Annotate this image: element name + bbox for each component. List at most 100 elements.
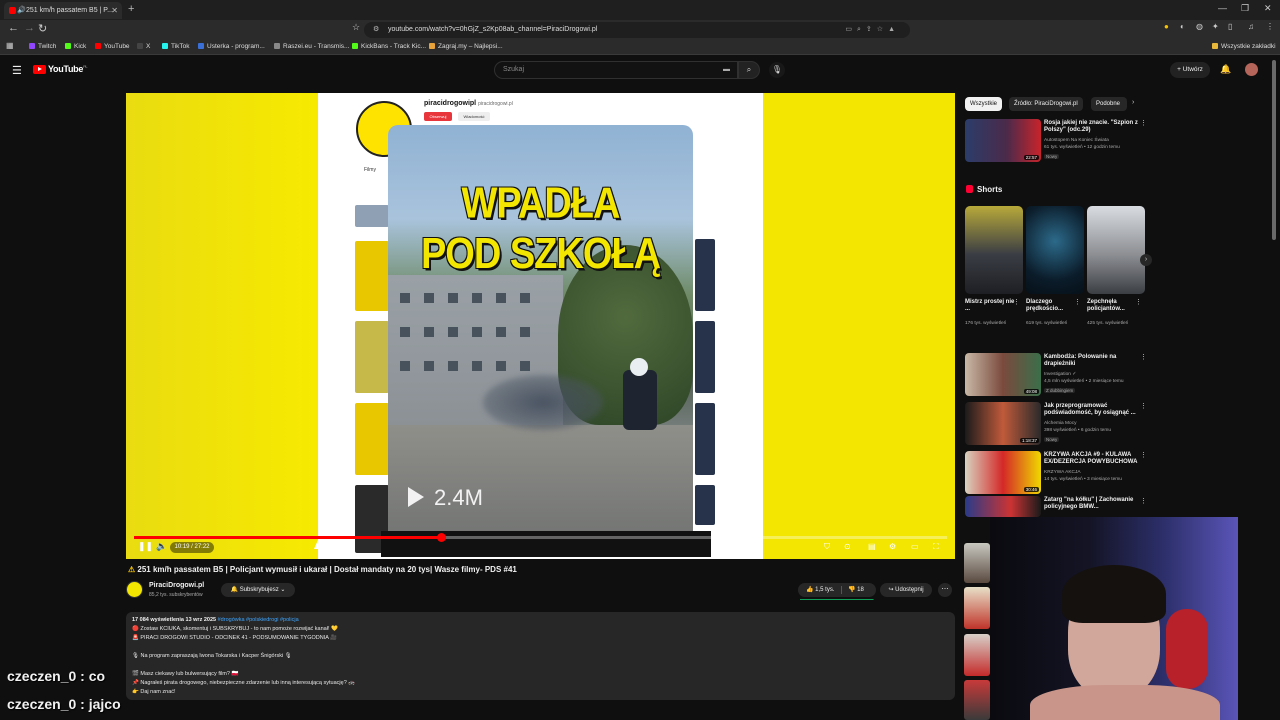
sponsor-block-icon[interactable]: ⛉ bbox=[824, 542, 830, 552]
site-info-icon[interactable]: ⚙ bbox=[373, 22, 379, 38]
short-thumbnail[interactable] bbox=[1026, 206, 1084, 294]
hashtags[interactable]: #drogówka #polskiedrogi #policja bbox=[218, 617, 299, 623]
chip-all[interactable]: Wszystkie bbox=[965, 97, 1002, 111]
audio-playing-icon[interactable]: 🔊 bbox=[17, 2, 26, 19]
short-title[interactable]: Dlaczego prędkościo... bbox=[1026, 299, 1076, 313]
create-button[interactable]: + Utwórz bbox=[1170, 62, 1210, 78]
more-options-icon[interactable]: ⋮ bbox=[1135, 298, 1142, 306]
shorts-next-icon[interactable]: › bbox=[1140, 254, 1152, 266]
chip-source[interactable]: Źródło: PiraciDrogowi.pl bbox=[1009, 97, 1083, 111]
sidebar-video-title[interactable]: KRZYWA AKCJA #9 - KULAWA EX/DEZERCJA POW… bbox=[1044, 452, 1138, 466]
channel-name[interactable]: PiraciDrogowi.pl bbox=[149, 582, 204, 589]
minimize-button[interactable]: — bbox=[1218, 3, 1227, 13]
sidebar-thumbnail[interactable]: 22:57 bbox=[965, 119, 1041, 162]
settings-gear-icon[interactable]: ⚙ bbox=[889, 542, 896, 551]
youtube-logo-icon[interactable] bbox=[33, 65, 46, 74]
user-avatar[interactable] bbox=[1245, 63, 1258, 76]
forward-button[interactable]: → bbox=[24, 22, 35, 34]
share-button[interactable]: ↪ Udostępnij bbox=[880, 583, 932, 597]
bookmark-kick[interactable]: Kick bbox=[65, 43, 86, 50]
sidepanel-icon[interactable]: ▯ bbox=[1228, 22, 1232, 31]
back-button[interactable]: ← bbox=[8, 22, 19, 34]
short-thumbnail[interactable] bbox=[965, 206, 1023, 294]
extension-icon[interactable]: ◐ bbox=[1180, 22, 1185, 31]
short-title[interactable]: Zepchnęła policjantów... bbox=[1087, 299, 1137, 313]
video-progress-bar[interactable] bbox=[134, 533, 947, 542]
sidebar-thumbnail[interactable]: 30:46 bbox=[965, 451, 1041, 494]
sidebar-thumbnail[interactable] bbox=[965, 496, 1041, 517]
menu-icon[interactable]: ⋮ bbox=[1266, 22, 1274, 31]
volume-icon[interactable]: 🔈 bbox=[156, 541, 167, 552]
sidebar-thumbnail[interactable] bbox=[964, 680, 990, 720]
subscribed-button[interactable]: 🔔 Subskrybujesz ⌄ bbox=[221, 583, 295, 597]
sidebar-video-channel[interactable]: Investigation ✓ bbox=[1044, 372, 1076, 378]
dislike-button[interactable]: 👎 18 bbox=[848, 583, 864, 597]
chip-similar[interactable]: Podobne bbox=[1091, 97, 1127, 111]
all-bookmarks-folder[interactable]: Wszystkie zakładki bbox=[1212, 43, 1276, 50]
sidebar-thumbnail[interactable] bbox=[964, 634, 990, 676]
sidebar-video-channel[interactable]: Autostopem Na Koniec Świata bbox=[1044, 138, 1109, 144]
hamburger-menu-icon[interactable]: ☰ bbox=[12, 64, 22, 77]
sidebar-thumbnail[interactable] bbox=[964, 543, 990, 583]
sidebar-thumbnail[interactable]: 1:18:37 bbox=[965, 402, 1041, 445]
more-options-icon[interactable]: ⋮ bbox=[1074, 298, 1081, 306]
sidebar-thumbnail[interactable] bbox=[964, 587, 990, 629]
sidebar-video-title[interactable]: Kambodża: Polowanie na drapieżniki bbox=[1044, 354, 1138, 368]
sidebar-video-title[interactable]: Zatarg "na kółku" | Zachowanie policyjne… bbox=[1044, 497, 1138, 511]
description-box[interactable]: 17 084 wyświetlenia 13 wrz 2025 #drogówk… bbox=[126, 612, 955, 700]
reload-button[interactable]: ↻ bbox=[38, 22, 47, 35]
close-tab-icon[interactable]: ✕ bbox=[111, 2, 118, 19]
theater-mode-button[interactable]: ▭ bbox=[911, 542, 919, 551]
sidebar-video-channel[interactable]: Alchemia Mocy bbox=[1044, 421, 1077, 427]
extension-icon[interactable]: ● bbox=[1164, 22, 1169, 31]
subtitles-button[interactable]: ▤ bbox=[868, 542, 876, 551]
notifications-bell-icon[interactable]: 🔔 bbox=[1220, 64, 1231, 75]
new-tab-button[interactable]: + bbox=[128, 3, 134, 15]
search-input[interactable]: Szukaj ▬ bbox=[494, 61, 738, 79]
bookmark-youtube[interactable]: YouTube bbox=[95, 43, 130, 50]
more-options-icon[interactable]: ⋮ bbox=[1140, 497, 1147, 505]
pause-button[interactable]: ❚❚ bbox=[138, 541, 153, 552]
keyboard-icon[interactable]: ▬ bbox=[723, 62, 730, 78]
sidebar-video-title[interactable]: Jak przeprogramować podświadomość, by os… bbox=[1044, 403, 1138, 417]
bookmark-zagraj[interactable]: Zagraj.my – Najlepsi... bbox=[429, 43, 503, 50]
address-bar[interactable]: ⚙ youtube.com/watch?v=0hGjZ_s2Kp08ab_cha… bbox=[364, 22, 910, 38]
like-button[interactable]: 👍 1,5 tys. bbox=[806, 583, 834, 597]
apps-grid-icon[interactable]: ▦ bbox=[6, 41, 14, 50]
address-bar-actions[interactable]: ▭⌕⇪☆▲ bbox=[845, 22, 900, 38]
close-window-button[interactable]: ✕ bbox=[1264, 3, 1272, 14]
more-options-icon[interactable]: ⋮ bbox=[1013, 298, 1020, 306]
fullscreen-button[interactable]: ⛶ bbox=[933, 542, 939, 552]
channel-avatar[interactable] bbox=[126, 581, 143, 598]
chevron-right-icon[interactable]: › bbox=[1132, 99, 1134, 106]
youtube-logo-text[interactable]: YouTubePL bbox=[48, 64, 88, 74]
sidebar-thumbnail[interactable]: 49:08 bbox=[965, 353, 1041, 396]
bookmark-tiktok[interactable]: TikTok bbox=[162, 43, 190, 50]
autoplay-toggle[interactable]: ⊙ bbox=[844, 542, 851, 551]
bookmark-star-icon[interactable]: ☆ bbox=[352, 22, 360, 33]
voice-search-button[interactable]: 🎙 bbox=[769, 62, 785, 78]
extension-icon[interactable]: ◍ bbox=[1196, 22, 1203, 31]
bookmark-raszei[interactable]: Raszei.eu - Transmis... bbox=[274, 43, 349, 50]
more-actions-button[interactable]: ⋯ bbox=[938, 583, 952, 597]
puzzle-icon[interactable]: ✦ bbox=[1212, 22, 1219, 31]
more-options-icon[interactable]: ⋮ bbox=[1140, 402, 1147, 410]
video-player[interactable]: piracidrogowipl piracidrogowi.pl Obserwu… bbox=[126, 93, 955, 559]
search-button[interactable]: ⌕ bbox=[738, 61, 760, 79]
bookmark-kickbans[interactable]: KickBans - Track Kic... bbox=[352, 43, 426, 50]
maximize-button[interactable]: ❐ bbox=[1241, 3, 1249, 14]
sidebar-video-channel[interactable]: KRZYWA AKCJA bbox=[1044, 470, 1081, 476]
short-thumbnail[interactable] bbox=[1087, 206, 1145, 294]
more-options-icon[interactable]: ⋮ bbox=[1140, 451, 1147, 459]
media-icon[interactable]: ♫ bbox=[1248, 22, 1254, 31]
more-options-icon[interactable]: ⋮ bbox=[1140, 119, 1147, 127]
more-options-icon[interactable]: ⋮ bbox=[1140, 353, 1147, 361]
sidebar-video-title[interactable]: Rosja jakiej nie znacie. "Szpion z Polsz… bbox=[1044, 120, 1138, 134]
bookmark-x[interactable]: X bbox=[137, 43, 150, 50]
browser-tab-youtube[interactable]: 🔊 251 km/h passatem B5 | P... ✕ bbox=[4, 2, 122, 19]
short-title[interactable]: Mistrz prostej nie ... bbox=[965, 299, 1015, 313]
page-scrollbar[interactable] bbox=[1272, 60, 1276, 240]
bookmark-twitch[interactable]: Twitch bbox=[29, 43, 56, 50]
bookmark-usterka[interactable]: Usterka - program... bbox=[198, 43, 265, 50]
progress-scrubber[interactable] bbox=[436, 533, 446, 542]
